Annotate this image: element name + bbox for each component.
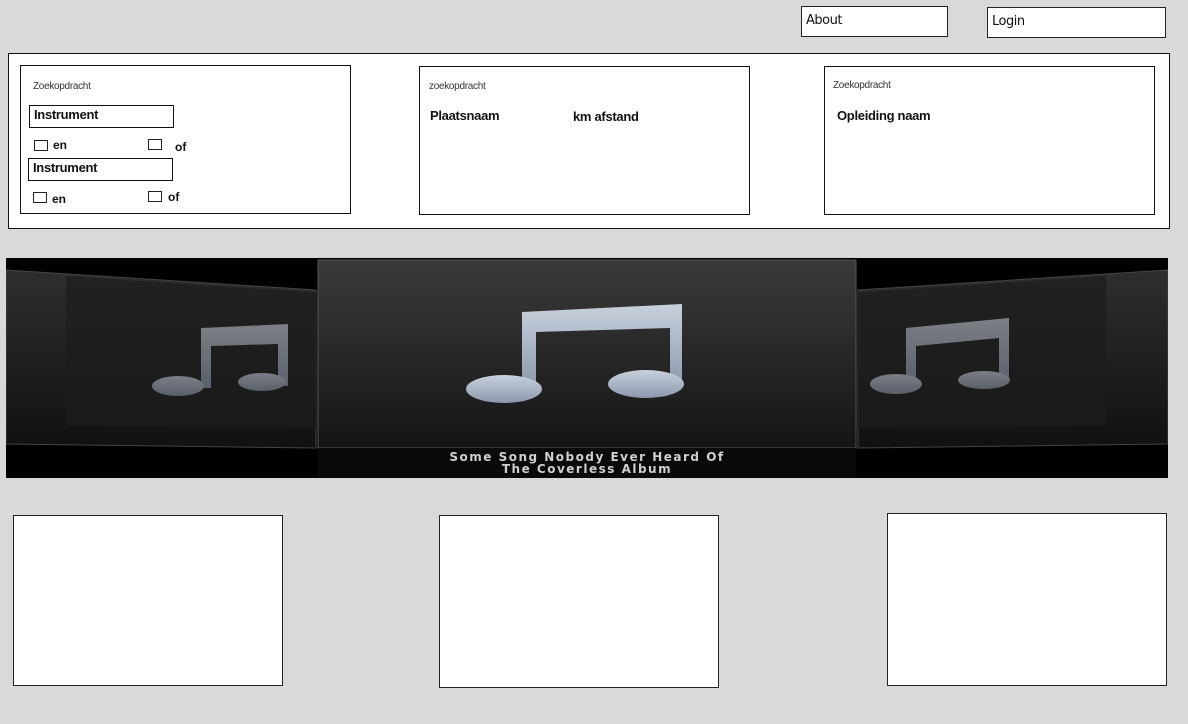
content-box-2 (439, 515, 719, 688)
en-checkbox-1[interactable] (34, 140, 48, 151)
content-box-1 (13, 515, 283, 686)
place-name-label[interactable]: Plaatsnaam (430, 108, 500, 123)
login-button[interactable]: Login (987, 7, 1166, 38)
album-title: The Coverless Album (501, 462, 673, 476)
en-checkbox-2[interactable] (33, 192, 47, 203)
instrument-search-panel: Zoekopdracht Instrument en of Instrument… (20, 65, 351, 214)
content-box-3 (887, 513, 1167, 686)
instrument-input-1[interactable]: Instrument (29, 105, 174, 128)
of-checkbox-2[interactable] (148, 191, 162, 202)
coverflow-graphic (6, 259, 1168, 478)
instrument-search-heading: Zoekopdracht (33, 81, 91, 92)
of-label-2: of (168, 190, 180, 204)
of-checkbox-1[interactable] (148, 139, 162, 150)
instrument-input-2[interactable]: Instrument (28, 158, 173, 181)
location-search-panel: zoekopdracht Plaatsnaam km afstand (419, 66, 750, 215)
location-search-heading: zoekopdracht (429, 81, 486, 92)
distance-label[interactable]: km afstand (573, 109, 639, 124)
education-search-panel: Zoekopdracht Opleiding naam (824, 66, 1155, 215)
coverflow-banner[interactable]: Some Song Nobody Ever Heard Of The Cover… (6, 258, 1168, 478)
en-label-1: en (53, 138, 68, 152)
now-playing-caption: Some Song Nobody Ever Heard Of The Cover… (6, 451, 1168, 475)
about-button[interactable]: About (801, 6, 948, 37)
of-label-1: of (175, 140, 187, 154)
education-name-label[interactable]: Opleiding naam (837, 108, 931, 123)
education-search-heading: Zoekopdracht (833, 80, 891, 91)
en-label-2: en (52, 192, 67, 206)
